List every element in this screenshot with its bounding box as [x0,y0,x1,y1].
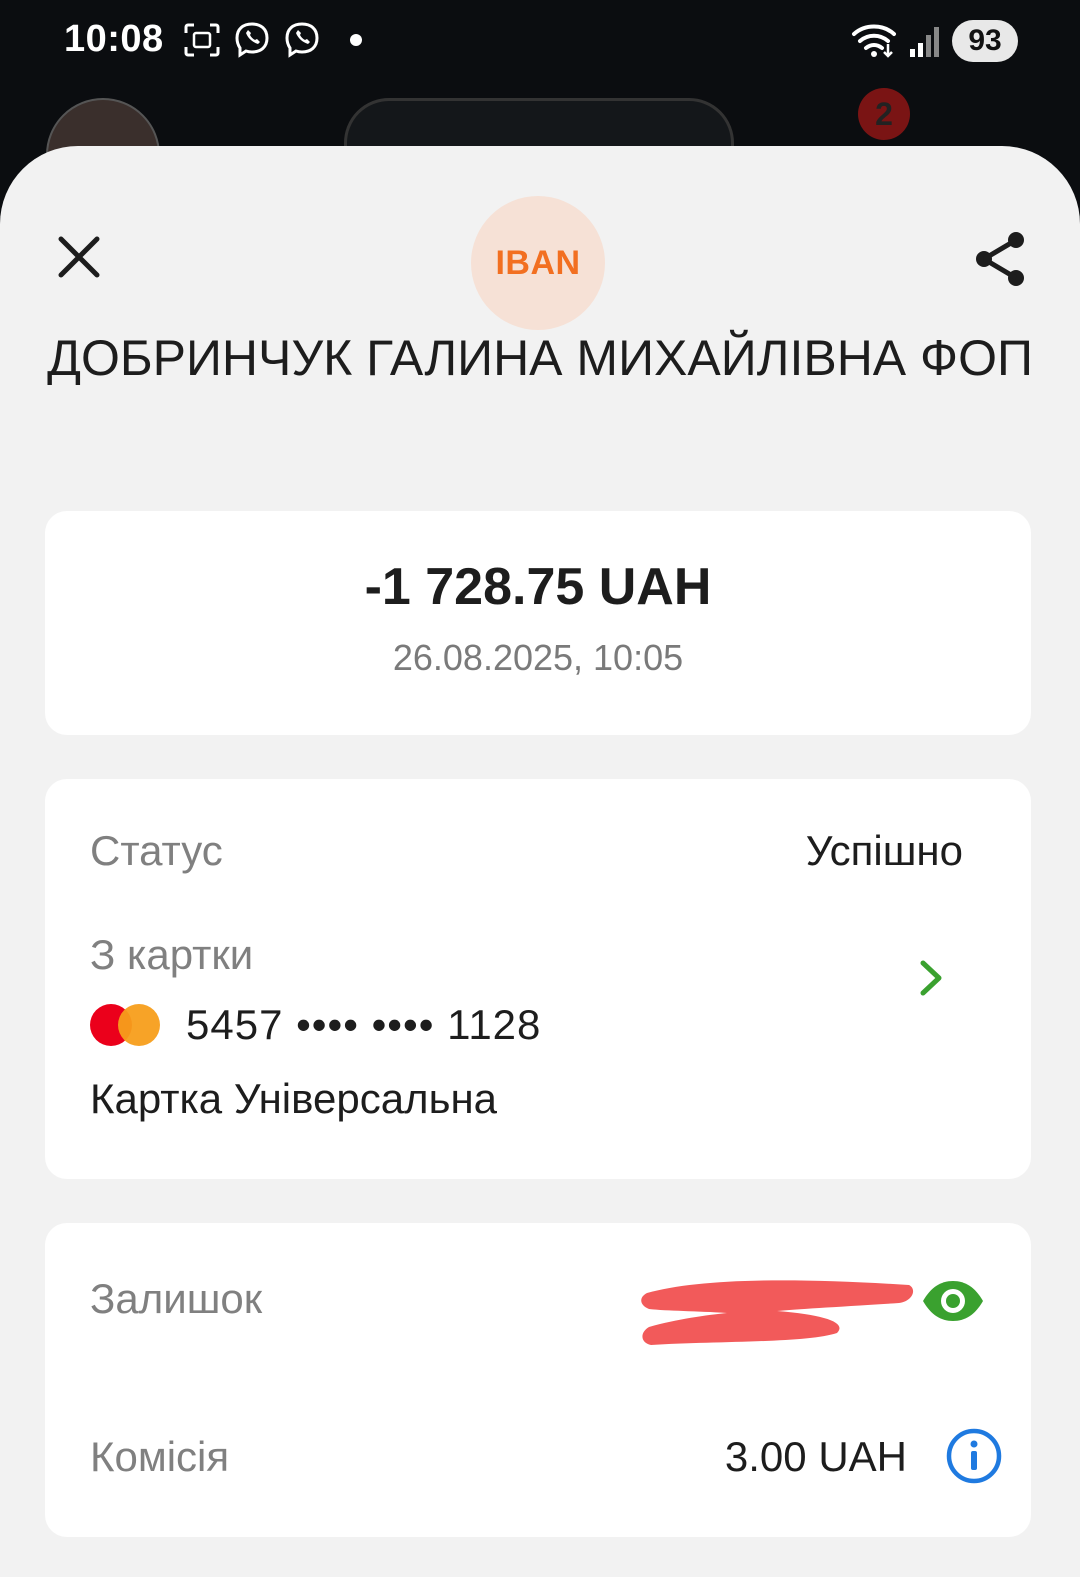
redacted-balance [641,1280,914,1345]
mastercard-icon [90,1002,162,1048]
details-card: Статус Успішно З картки 5457 •••• •••• 1… [45,779,1031,1179]
more-notifications-dot [350,34,362,46]
transaction-details-sheet: IBAN ДОБРИНЧУК ГАЛИНА МИХАЙЛІВНА ФОП -1 … [0,146,1080,1577]
close-icon[interactable] [48,226,110,288]
source-card-row[interactable]: 5457 •••• •••• 1128 [90,1001,541,1049]
status-value: Успішно [805,827,963,874]
notification-badge: 2 [858,88,910,140]
from-card-label: З картки [90,931,254,978]
system-icons: 93 [850,20,1018,62]
fee-value: 3.00 UAH [724,1433,907,1480]
balance-label: Залишок [90,1275,263,1322]
battery-level: 93 [952,20,1018,62]
iban-badge-text: IBAN [495,243,581,282]
card-number: 5457 •••• •••• 1128 [186,1001,542,1048]
transaction-datetime: 26.08.2025, 10:05 [392,637,684,678]
card-name: Картка Універсальна [90,1075,497,1122]
eye-icon[interactable] [921,1275,985,1327]
signal-icon [910,27,939,57]
iban-badge: IBAN [471,196,605,330]
share-icon[interactable] [970,228,1032,290]
wifi-icon [852,24,896,58]
chevron-right-icon[interactable] [913,955,949,1001]
info-icon[interactable] [945,1427,1003,1485]
status-label: Статус [90,827,223,874]
viber-icon [285,22,319,58]
amount-card: -1 728.75 UAH 26.08.2025, 10:05 [45,511,1031,735]
status-time: 10:08 [64,18,164,60]
transaction-amount: -1 728.75 UAH [364,558,712,616]
viber-icon [235,22,269,58]
fee-label: Комісія [90,1433,230,1480]
balance-card: Залишок Комісія 3.00 UAH [45,1223,1031,1537]
recipient-name: ДОБРИНЧУК ГАЛИНА МИХАЙЛІВНА ФОП [47,330,1033,386]
screenshot-icon [184,23,220,57]
status-bar: 10:08 93 [0,0,1080,86]
notification-icons [182,20,362,60]
